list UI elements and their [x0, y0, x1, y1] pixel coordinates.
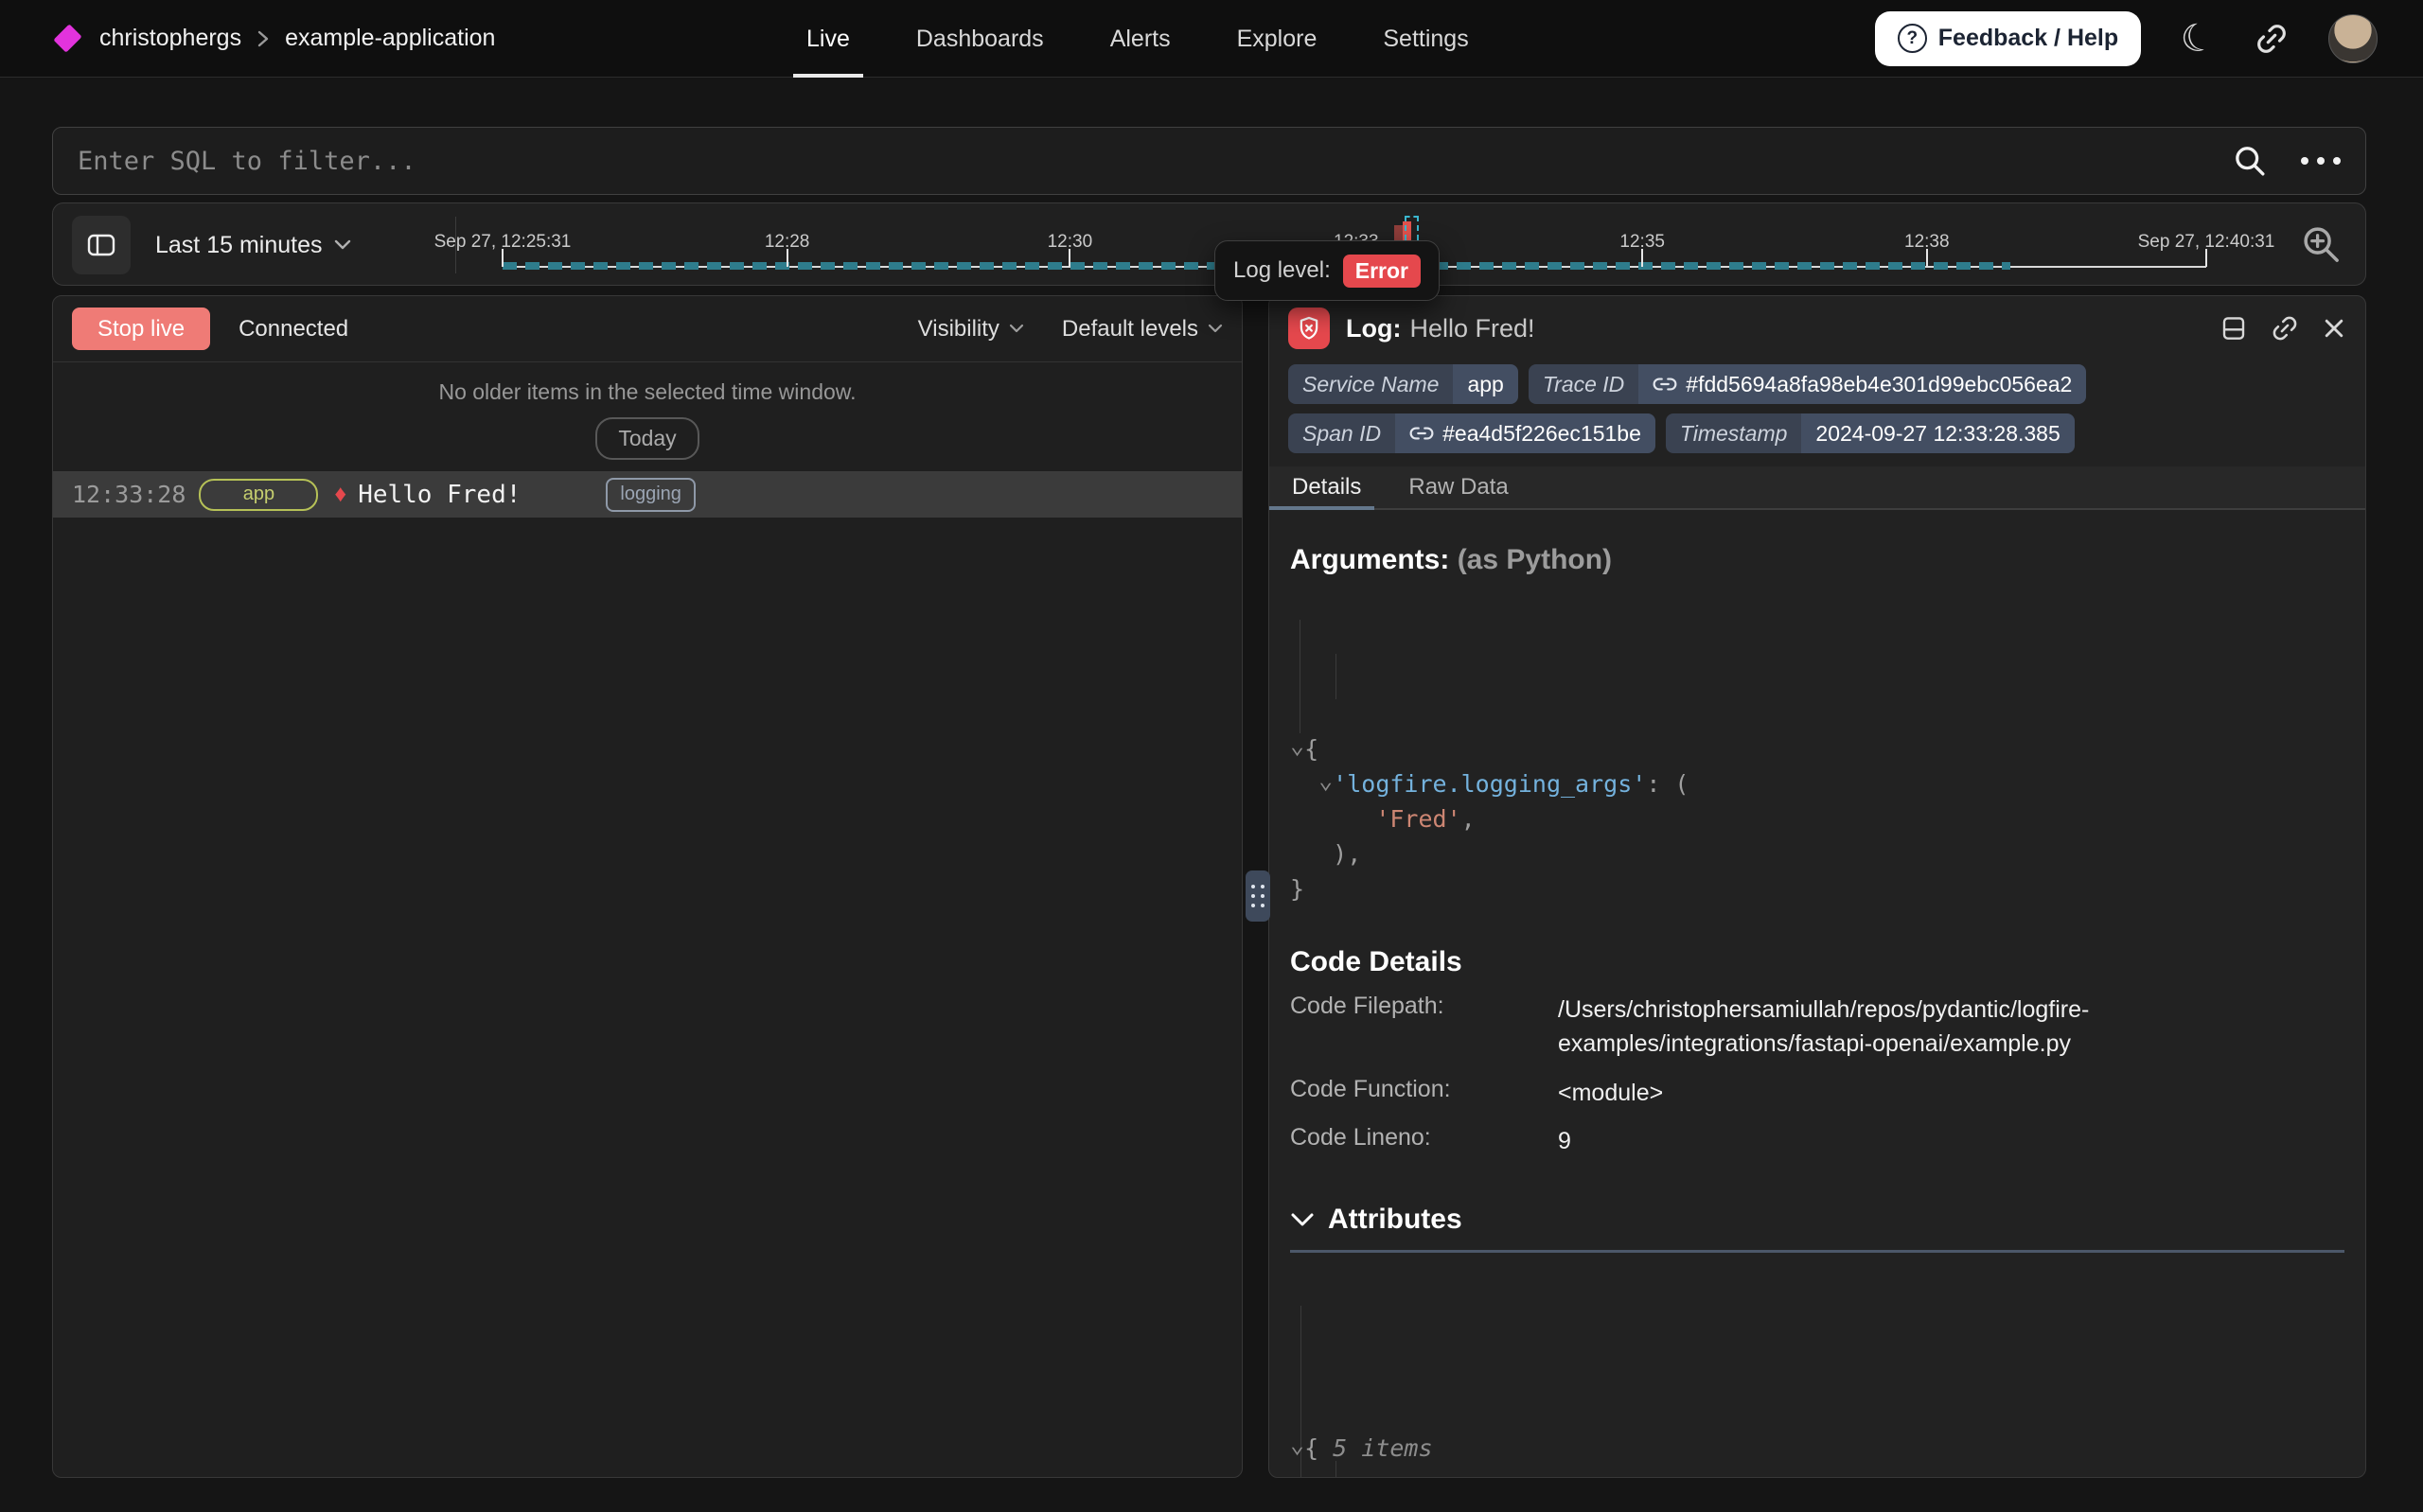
dark-mode-toggle-moon-icon[interactable]: ☾ [2177, 16, 2219, 61]
tab-raw-data[interactable]: Raw Data [1406, 466, 1510, 508]
scope-tag[interactable]: logging [606, 478, 696, 512]
copy-link-icon[interactable] [2271, 314, 2299, 343]
code-filepath-row: Code Filepath: /Users/christophersamiull… [1290, 993, 2344, 1062]
question-circle-icon: ? [1898, 24, 1927, 53]
time-range-bar: Last 15 minutes Sep 27, 12:25:31 12:28 1… [52, 202, 2366, 286]
log-detail-panel: Log:Hello Fred! Service Name app Tra [1268, 295, 2366, 1478]
arguments-heading: Arguments: (as Python) [1290, 544, 2344, 576]
breadcrumb: christophergs example-application [99, 25, 495, 52]
link-icon [1409, 421, 1434, 446]
share-link-icon[interactable] [2255, 22, 2289, 56]
detail-header: Log:Hello Fred! [1269, 296, 2365, 357]
service-name-badge: Service Name app [1288, 364, 1518, 404]
breadcrumb-org[interactable]: christophergs [99, 25, 241, 52]
collapse-toggle-icon[interactable]: ⌄ [1290, 728, 1304, 763]
log-level-tooltip: Log level: Error [1214, 240, 1440, 301]
chevron-down-icon [1009, 324, 1024, 334]
feedback-help-label: Feedback / Help [1938, 25, 2118, 52]
code-function-row: Code Function: <module> [1290, 1076, 2344, 1110]
attributes-divider [1290, 1250, 2344, 1253]
top-nav: christophergs example-application Live D… [0, 0, 2423, 78]
today-button[interactable]: Today [595, 417, 699, 460]
tooltip-label: Log level: [1233, 257, 1331, 284]
more-options-icon[interactable] [2301, 157, 2341, 165]
connection-status: Connected [239, 316, 348, 343]
user-avatar[interactable] [2328, 14, 2378, 63]
service-tag[interactable]: app [199, 479, 318, 511]
stop-live-button[interactable]: Stop live [72, 308, 210, 350]
time-range-selector[interactable]: Last 15 minutes [155, 203, 351, 287]
chevron-down-icon [334, 239, 351, 251]
attributes-code-block: ⌄{ 5 items "code.lineno": 9, "code.funct… [1290, 1274, 2344, 1478]
chevron-down-icon [1208, 324, 1223, 334]
timestamp-badge: Timestamp 2024-09-27 12:33:28.385 [1666, 413, 2075, 453]
panel-resize-handle[interactable] [1246, 870, 1270, 922]
log-message: Hello Fred! [358, 481, 521, 509]
time-range-label: Last 15 minutes [155, 232, 323, 259]
span-id-badge[interactable]: Span ID #ea4d5f226ec151be [1288, 413, 1655, 453]
nav-right: ? Feedback / Help ☾ [1875, 11, 2378, 66]
empty-window-message: No older items in the selected time wind… [53, 379, 1242, 405]
tab-details[interactable]: Details [1290, 466, 1363, 508]
sidebar-toggle-button[interactable] [72, 216, 131, 274]
detail-tabs: Details Raw Data [1269, 466, 2365, 510]
nav-item-explore[interactable]: Explore [1224, 0, 1331, 78]
collapse-toggle-icon[interactable]: ⌄ [1290, 1425, 1304, 1464]
sql-filter-bar [52, 127, 2366, 195]
nav-item-settings[interactable]: Settings [1370, 0, 1481, 78]
log-timestamp: 12:33:28 [72, 481, 186, 508]
nav-item-dashboards[interactable]: Dashboards [903, 0, 1057, 78]
detail-content: Arguments: (as Python) ⌄{ ⌄'logfire.logg… [1269, 544, 2365, 1478]
arguments-code-block: ⌄{ ⌄'logfire.logging_args': ( 'Fred', ),… [1290, 591, 2344, 906]
open-in-panel-icon[interactable] [2220, 314, 2248, 343]
feedback-help-button[interactable]: ? Feedback / Help [1875, 11, 2141, 66]
code-details-heading: Code Details [1290, 946, 2344, 978]
logfire-live-page: christophergs example-application Live D… [0, 0, 2423, 1512]
link-icon [1653, 372, 1677, 396]
detail-title: Log:Hello Fred! [1346, 314, 1535, 343]
zoom-in-icon[interactable] [2301, 224, 2343, 266]
metadata-badges: Service Name app Trace ID #fdd5694a8fa98… [1269, 357, 2178, 453]
primary-nav: Live Dashboards Alerts Explore Settings [793, 0, 1482, 78]
error-level-diamond-icon: ♦ [334, 483, 346, 506]
trace-id-badge[interactable]: Trace ID #fdd5694a8fa98eb4e301d99ebc056e… [1529, 364, 2087, 404]
collapse-toggle-icon[interactable]: ⌄ [1318, 763, 1333, 798]
chevron-down-icon [1290, 1212, 1315, 1227]
default-levels-dropdown[interactable]: Default levels [1062, 316, 1223, 343]
error-level-badge: Error [1343, 255, 1421, 288]
nav-item-alerts[interactable]: Alerts [1097, 0, 1184, 78]
breadcrumb-project[interactable]: example-application [285, 25, 495, 52]
chevron-right-icon [256, 29, 270, 48]
live-logs-panel: Stop live Connected Visibility Default l… [52, 295, 1243, 1478]
attributes-collapse-header[interactable]: Attributes [1290, 1204, 2344, 1236]
error-shield-icon [1288, 308, 1330, 349]
logfire-logo-icon[interactable] [53, 24, 81, 52]
nav-item-live[interactable]: Live [793, 0, 863, 78]
close-icon[interactable] [2322, 316, 2346, 341]
log-row-selected[interactable]: 12:33:28 app ♦ Hello Fred! logging [53, 471, 1242, 518]
visibility-dropdown[interactable]: Visibility [918, 316, 1024, 343]
code-lineno-row: Code Lineno: 9 [1290, 1124, 2344, 1158]
sql-filter-input[interactable] [78, 147, 2214, 176]
search-icon[interactable] [2233, 144, 2267, 178]
live-panel-header: Stop live Connected Visibility Default l… [53, 296, 1242, 362]
